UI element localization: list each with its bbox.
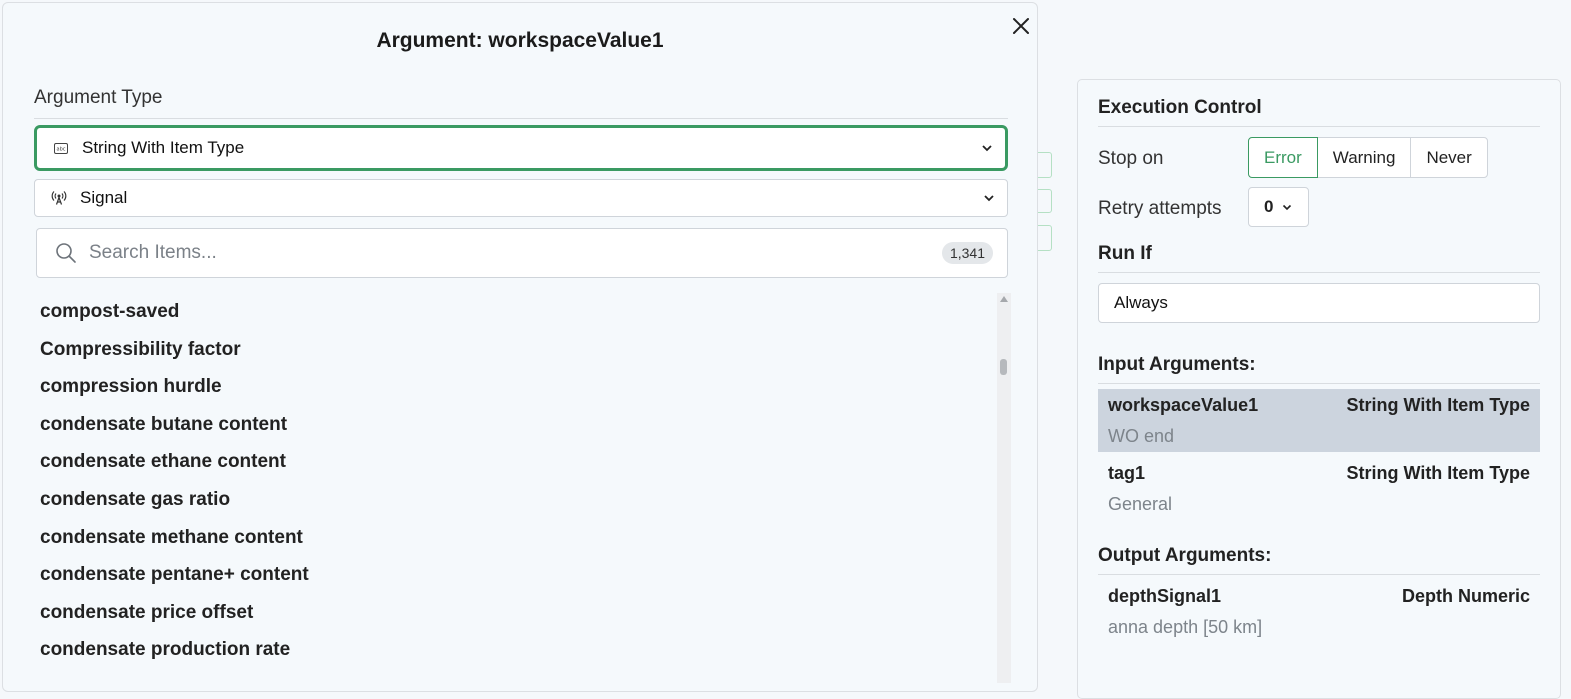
argument-type: String With Item Type: [1346, 395, 1530, 415]
argument-value: anna depth [50 km]: [1108, 617, 1263, 637]
stop-on-never-button[interactable]: Never: [1410, 137, 1488, 178]
list-item[interactable]: condensate gas ratio: [40, 481, 990, 519]
stop-on-button-group: Error Warning Never: [1248, 137, 1488, 178]
item-type-value: Signal: [80, 188, 128, 207]
search-icon: [56, 243, 76, 263]
run-if-input[interactable]: Always: [1098, 283, 1540, 323]
stop-on-label: Stop on: [1098, 148, 1164, 169]
list-item[interactable]: condensate production rate: [40, 631, 990, 669]
input-argument-row[interactable]: tag1 String With Item Type General: [1098, 457, 1540, 520]
item-type-select[interactable]: Signal: [34, 179, 1008, 217]
list-item[interactable]: condensate price offset: [40, 594, 990, 632]
retry-attempts-label: Retry attempts: [1098, 198, 1222, 219]
list-item[interactable]: condensate butane content: [40, 406, 990, 444]
execution-panel: Execution Control Stop on Error Warning …: [1077, 79, 1561, 699]
stop-on-warning-button[interactable]: Warning: [1316, 137, 1412, 178]
divider: [1098, 383, 1540, 384]
list-item[interactable]: compression hurdle: [40, 368, 990, 406]
stop-on-error-button[interactable]: Error: [1248, 137, 1318, 178]
argument-name: tag1: [1108, 463, 1146, 483]
close-icon: [1013, 18, 1029, 34]
divider: [1098, 272, 1540, 273]
argument-type-label: Argument Type: [34, 87, 163, 108]
argument-name: workspaceValue1: [1108, 395, 1259, 415]
modal-title: Argument: workspaceValue1: [376, 29, 664, 52]
chevron-down-icon: [981, 141, 995, 155]
execution-control-heading: Execution Control: [1098, 97, 1262, 118]
run-if-heading: Run If: [1098, 243, 1152, 264]
list-item[interactable]: compost-saved: [40, 293, 990, 331]
item-count-badge: 1,341: [941, 242, 993, 264]
search-input[interactable]: [87, 241, 942, 265]
divider: [34, 118, 1008, 119]
list-item[interactable]: condensate pentane+ content: [40, 556, 990, 594]
signal-broadcast-icon: [50, 189, 68, 207]
argument-value: WO end: [1108, 426, 1175, 446]
divider: [1098, 574, 1540, 575]
item-list: compost-saved Compressibility factor com…: [40, 293, 990, 669]
argument-type: Depth Numeric: [1401, 586, 1530, 606]
input-argument-row[interactable]: workspaceValue1 String With Item Type WO…: [1098, 389, 1540, 452]
argument-type: String With Item Type: [1346, 463, 1530, 483]
output-arguments-heading: Output Arguments:: [1098, 545, 1272, 566]
output-argument-row[interactable]: depthSignal1 Depth Numeric anna depth [5…: [1098, 580, 1540, 643]
close-button[interactable]: [1008, 13, 1034, 39]
scrollbar-thumb[interactable]: [1000, 359, 1007, 375]
retry-attempts-select[interactable]: 0: [1248, 187, 1309, 227]
chevron-down-icon: [1282, 204, 1292, 211]
retry-attempts-value: 0: [1264, 197, 1274, 216]
argument-modal: Argument: workspaceValue1 Argument Type …: [2, 2, 1038, 692]
list-item[interactable]: Compressibility factor: [40, 331, 990, 369]
argument-name: depthSignal1: [1108, 586, 1222, 606]
divider: [1098, 126, 1540, 127]
argument-type-value: String With Item Type: [82, 138, 245, 157]
argument-value: General: [1108, 494, 1173, 514]
list-scrollbar[interactable]: [997, 293, 1011, 683]
list-item[interactable]: condensate ethane content: [40, 443, 990, 481]
argument-type-select[interactable]: abc String With Item Type: [34, 125, 1008, 171]
chevron-down-icon: [983, 191, 997, 205]
search-box: 1,341: [36, 228, 1008, 278]
abc-string-icon: abc: [52, 139, 70, 157]
list-item[interactable]: condensate methane content: [40, 519, 990, 557]
scroll-up-arrow-icon[interactable]: [1000, 296, 1008, 302]
input-arguments-heading: Input Arguments:: [1098, 354, 1256, 375]
svg-text:abc: abc: [57, 146, 66, 152]
